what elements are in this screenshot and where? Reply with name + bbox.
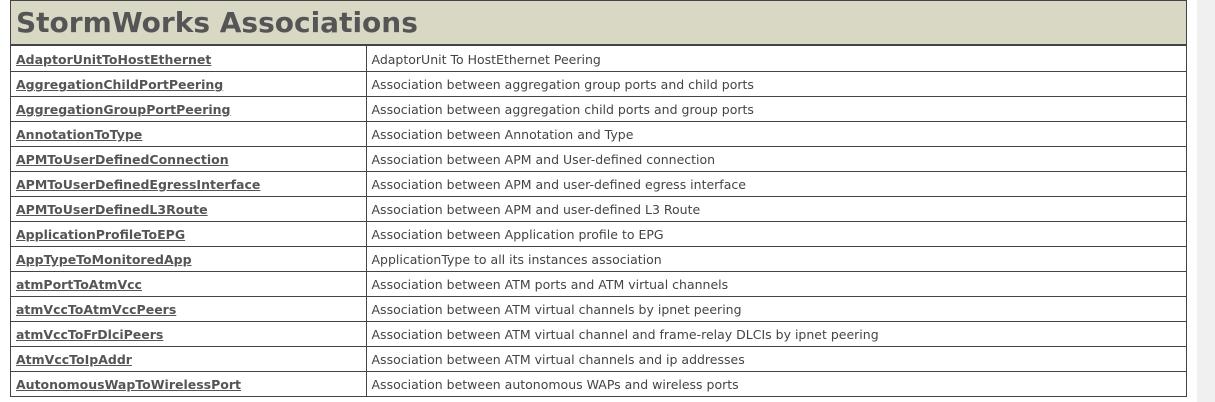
table-row: atmVccToAtmVccPeers Association between A…: [11, 296, 1186, 322]
association-description-cell: Association between APM and user-defined…: [366, 171, 1186, 197]
association-name-cell: AtmVccToIpAddr: [11, 346, 367, 372]
association-description: Association between APM and User-defined…: [371, 152, 716, 167]
associations-panel: StormWorks Associations AdaptorUnitToHos…: [10, 0, 1187, 397]
table-row: AtmVccToIpAddr Association between ATM vi…: [11, 346, 1186, 372]
associations-table: AdaptorUnitToHostEthernet AdaptorUnit To …: [11, 46, 1186, 397]
association-description: Association between APM and user-defined…: [371, 202, 701, 217]
association-description: Association between ATM virtual channel …: [371, 327, 879, 342]
association-link[interactable]: APMToUserDefinedEgressInterface: [16, 177, 260, 192]
association-name-cell: atmVccToAtmVccPeers: [11, 296, 367, 322]
association-description-cell: Association between ATM ports and ATM vi…: [366, 271, 1186, 297]
association-link[interactable]: APMToUserDefinedL3Route: [16, 202, 208, 217]
association-description-cell: Association between ATM virtual channels…: [366, 296, 1186, 322]
table-row: atmPortToAtmVcc Association between ATM p…: [11, 271, 1186, 297]
association-description-cell: Association between ATM virtual channel …: [366, 321, 1186, 347]
association-name-cell: AdaptorUnitToHostEthernet: [11, 46, 367, 72]
association-link[interactable]: atmVccToAtmVccPeers: [16, 302, 176, 317]
table-row: AggregationGroupPortPeering Association b…: [11, 96, 1186, 122]
association-name-cell: AnnotationToType: [11, 121, 367, 147]
association-link[interactable]: AggregationGroupPortPeering: [16, 102, 231, 117]
association-description-cell: Association between APM and user-defined…: [366, 196, 1186, 222]
association-link[interactable]: AppTypeToMonitoredApp: [16, 252, 192, 267]
association-name-cell: APMToUserDefinedEgressInterface: [11, 171, 367, 197]
association-description: Association between ATM ports and ATM vi…: [371, 277, 729, 292]
association-description: Association between autonomous WAPs and …: [371, 377, 739, 392]
association-name-cell: APMToUserDefinedConnection: [11, 146, 367, 172]
association-description-cell: Association between aggregation group po…: [366, 71, 1186, 97]
association-description: ApplicationType to all its instances ass…: [371, 252, 662, 267]
association-description-cell: Association between Application profile …: [366, 221, 1186, 247]
table-row: ApplicationProfileToEPG Association betwe…: [11, 221, 1186, 247]
association-description: Association between Application profile …: [371, 227, 664, 242]
table-row: AdaptorUnitToHostEthernet AdaptorUnit To …: [11, 46, 1186, 72]
table-row: APMToUserDefinedEgressInterface Associati…: [11, 171, 1186, 197]
association-name-cell: atmVccToFrDlciPeers: [11, 321, 367, 347]
page-viewport: StormWorks Associations AdaptorUnitToHos…: [0, 0, 1197, 402]
association-description-cell: ApplicationType to all its instances ass…: [366, 246, 1186, 272]
association-link[interactable]: ApplicationProfileToEPG: [16, 227, 185, 242]
association-description-cell: Association between autonomous WAPs and …: [366, 371, 1186, 397]
association-description: Association between ATM virtual channels…: [371, 352, 745, 367]
association-name-cell: AutonomousWapToWirelessPort: [11, 371, 367, 397]
association-link[interactable]: atmVccToFrDlciPeers: [16, 327, 163, 342]
association-name-cell: atmPortToAtmVcc: [11, 271, 367, 297]
association-name-cell: AggregationGroupPortPeering: [11, 96, 367, 122]
association-description-cell: AdaptorUnit To HostEthernet Peering: [366, 46, 1186, 72]
association-description: Association between ATM virtual channels…: [371, 302, 742, 317]
table-row: APMToUserDefinedL3Route Association betwe…: [11, 196, 1186, 222]
association-description-cell: Association between APM and User-defined…: [366, 146, 1186, 172]
association-link[interactable]: atmPortToAtmVcc: [16, 277, 142, 292]
association-description: Association between APM and user-defined…: [371, 177, 746, 192]
association-description: Association between aggregation group po…: [371, 77, 754, 92]
association-link[interactable]: APMToUserDefinedConnection: [16, 152, 229, 167]
table-row: AggregationChildPortPeering Association b…: [11, 71, 1186, 97]
table-row: APMToUserDefinedConnection Association be…: [11, 146, 1186, 172]
association-name-cell: AggregationChildPortPeering: [11, 71, 367, 97]
association-name-cell: ApplicationProfileToEPG: [11, 221, 367, 247]
association-description-cell: Association between ATM virtual channels…: [366, 346, 1186, 372]
association-description: AdaptorUnit To HostEthernet Peering: [371, 51, 601, 67]
association-link[interactable]: AnnotationToType: [16, 127, 142, 142]
association-link[interactable]: AutonomousWapToWirelessPort: [16, 377, 241, 392]
association-link[interactable]: AggregationChildPortPeering: [16, 77, 223, 92]
association-description: Association between aggregation child po…: [371, 102, 754, 117]
association-description-cell: Association between Annotation and Type: [366, 121, 1186, 147]
table-row: AppTypeToMonitoredApp ApplicationType to …: [11, 246, 1186, 272]
association-name-cell: APMToUserDefinedL3Route: [11, 196, 367, 222]
table-row: AutonomousWapToWirelessPort Association b…: [11, 371, 1186, 397]
page-title: StormWorks Associations: [16, 6, 418, 39]
association-description: Association between Annotation and Type: [371, 127, 634, 142]
title-bar: StormWorks Associations: [11, 1, 1186, 46]
table-row: atmVccToFrDlciPeers Association between A…: [11, 321, 1186, 347]
association-link[interactable]: AtmVccToIpAddr: [16, 352, 132, 367]
association-link[interactable]: AdaptorUnitToHostEthernet: [16, 52, 211, 67]
table-row: AnnotationToType Association between Anno…: [11, 121, 1186, 147]
vertical-scrollbar[interactable]: [1197, 0, 1215, 402]
association-description-cell: Association between aggregation child po…: [366, 96, 1186, 122]
associations-table-body: AdaptorUnitToHostEthernet AdaptorUnit To …: [11, 46, 1186, 397]
association-name-cell: AppTypeToMonitoredApp: [11, 246, 367, 272]
